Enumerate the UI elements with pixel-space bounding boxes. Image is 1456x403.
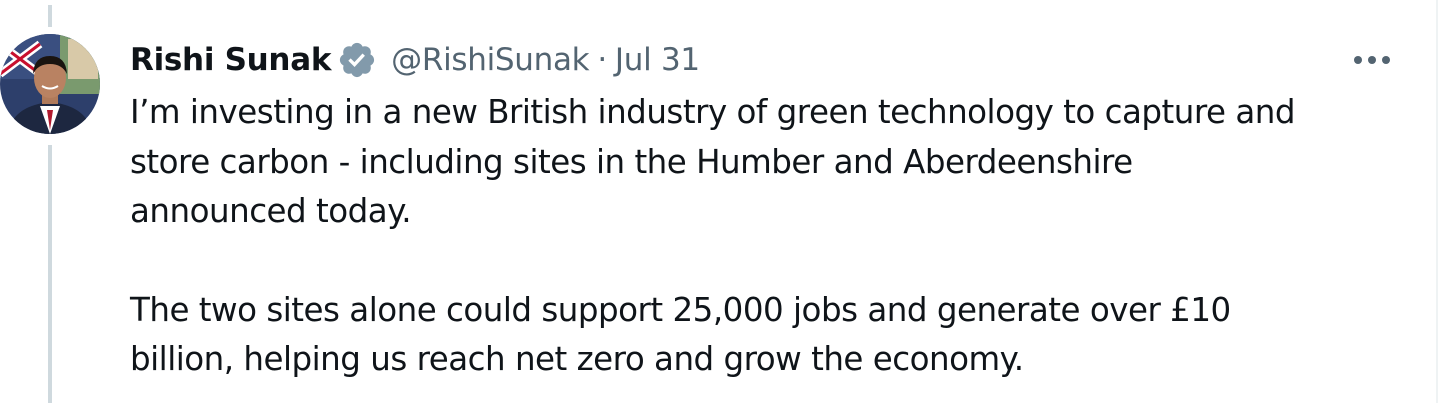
author-display-name[interactable]: Rishi Sunak <box>130 42 331 78</box>
tweet-header: Rishi Sunak @RishiSunak · Jul 31 <box>130 38 700 82</box>
tweet-text-line: The two sites alone could support 25,000… <box>130 290 1231 329</box>
tweet-text: I’m investing in a new British industry … <box>130 88 1420 385</box>
avatar[interactable] <box>0 34 100 134</box>
thread-line-bottom <box>48 145 52 403</box>
tweet-date[interactable]: Jul 31 <box>615 42 700 78</box>
tweet-text-line: store carbon - including sites in the Hu… <box>130 142 1133 181</box>
header-separator: · <box>597 42 607 78</box>
author-handle[interactable]: @RishiSunak <box>391 42 589 78</box>
more-dots-icon <box>1354 56 1390 64</box>
verified-badge-icon <box>337 40 377 80</box>
profile-photo <box>0 34 100 134</box>
more-button[interactable] <box>1350 46 1394 74</box>
tweet-text-line: announced today. <box>130 192 412 230</box>
thread-line-top <box>48 5 52 27</box>
tweet-text-line: I’m investing in a new British industry … <box>130 93 1296 131</box>
column-border <box>1436 0 1438 403</box>
tweet-text-line: billion, helping us reach net zero and g… <box>130 340 1024 378</box>
